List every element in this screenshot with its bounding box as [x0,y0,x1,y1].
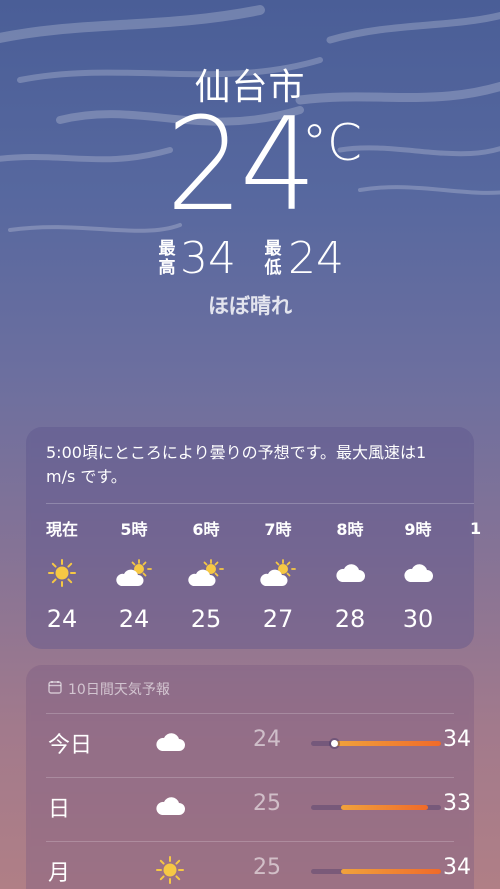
hour-temp: 27 [262,605,294,633]
high-label: 最 高 [158,240,176,278]
cloud-icon [150,789,190,823]
hour-temp: 30 [402,605,434,633]
hourly-forecast-card[interactable]: 5:00頃にところにより曇りの予想です。最大風速は1 m/s です。 現在 24 5… [26,427,481,649]
cloud-icon [150,725,190,759]
daily-row[interactable]: 月 25 34 [46,841,474,889]
day-high-temp: 33 [443,791,471,816]
temperature-unit: °C [302,114,362,172]
day-low-temp: 25 [253,791,281,816]
hour-temp: 28 [334,605,366,633]
cloud-icon [314,553,386,593]
low-label-char-1: 最 [264,239,282,259]
daily-row[interactable]: 日 25 33 [46,777,474,839]
hourly-list[interactable]: 現在 24 5時 24 6時 25 7時 27 8時 28 9時 30 1 [26,519,481,639]
divider [46,841,454,842]
low-label-char-2: 低 [264,258,282,278]
low-label: 最 低 [264,240,282,278]
hour-label: 6時 [192,520,220,539]
hourly-item: 7時 27 [242,519,314,633]
current-temp-marker [331,740,338,747]
weather-condition: ほぼ晴れ [208,294,292,318]
sun-icon [26,553,98,593]
hour-label: 7時 [264,520,292,539]
temp-range-fill [341,805,428,810]
low-temp: 24 [288,233,344,284]
temp-range-fill [341,869,441,874]
daily-row[interactable]: 今日 24 34 [46,713,474,775]
hour-label: 8時 [336,520,364,539]
hour-label: 5時 [120,520,148,539]
hourly-item: 現在 24 [26,519,98,633]
day-high-temp: 34 [443,727,471,752]
partly-cloudy-icon [98,553,170,593]
sun-icon [150,853,190,887]
hour-label: 9時 [404,520,432,539]
temp-range-bar [311,740,441,747]
hourly-item: 9時 30 [382,519,454,633]
day-label: 月 [48,861,71,886]
day-low-temp: 24 [253,727,281,752]
hour-label: 現在 [45,520,78,539]
high-low: 最 高 34 最 低 24 [0,236,500,282]
temp-range-bar [311,869,441,874]
forecast-summary: 5:00頃にところにより曇りの予想です。最大風速は1 m/s です。 [46,443,427,486]
hour-temp: 24 [118,605,150,633]
ten-day-forecast-card[interactable]: 10日間天気予報 今日 24 34 日 25 33 月 25 34 [26,665,474,889]
next-hour-label-partial: 1 [470,519,482,538]
ten-day-title: 10日間天気予報 [68,682,170,698]
calendar-icon [48,680,62,698]
current-temperature: 24 °C [0,96,500,236]
divider [46,713,454,714]
day-label: 日 [48,797,71,822]
day-high-temp: 34 [443,855,471,880]
cloud-icon [382,553,454,593]
hourly-item: 5時 24 [98,519,170,633]
high-label-char-1: 最 [158,239,176,259]
temp-range-fill [334,741,441,746]
hour-temp: 25 [190,605,222,633]
hourly-item: 6時 25 [170,519,242,633]
day-label: 今日 [48,733,93,758]
hourly-item: 8時 28 [314,519,386,633]
temp-range-bar [311,805,441,810]
temperature-value: 24 [166,91,317,240]
divider [46,777,454,778]
high-label-char-2: 高 [158,258,176,278]
partly-cloudy-icon [242,553,314,593]
divider [46,503,474,504]
day-low-temp: 25 [253,855,281,880]
hour-temp: 24 [46,605,78,633]
partly-cloudy-icon [170,553,242,593]
high-temp: 34 [180,233,236,284]
ten-day-header: 10日間天気予報 [48,679,170,699]
